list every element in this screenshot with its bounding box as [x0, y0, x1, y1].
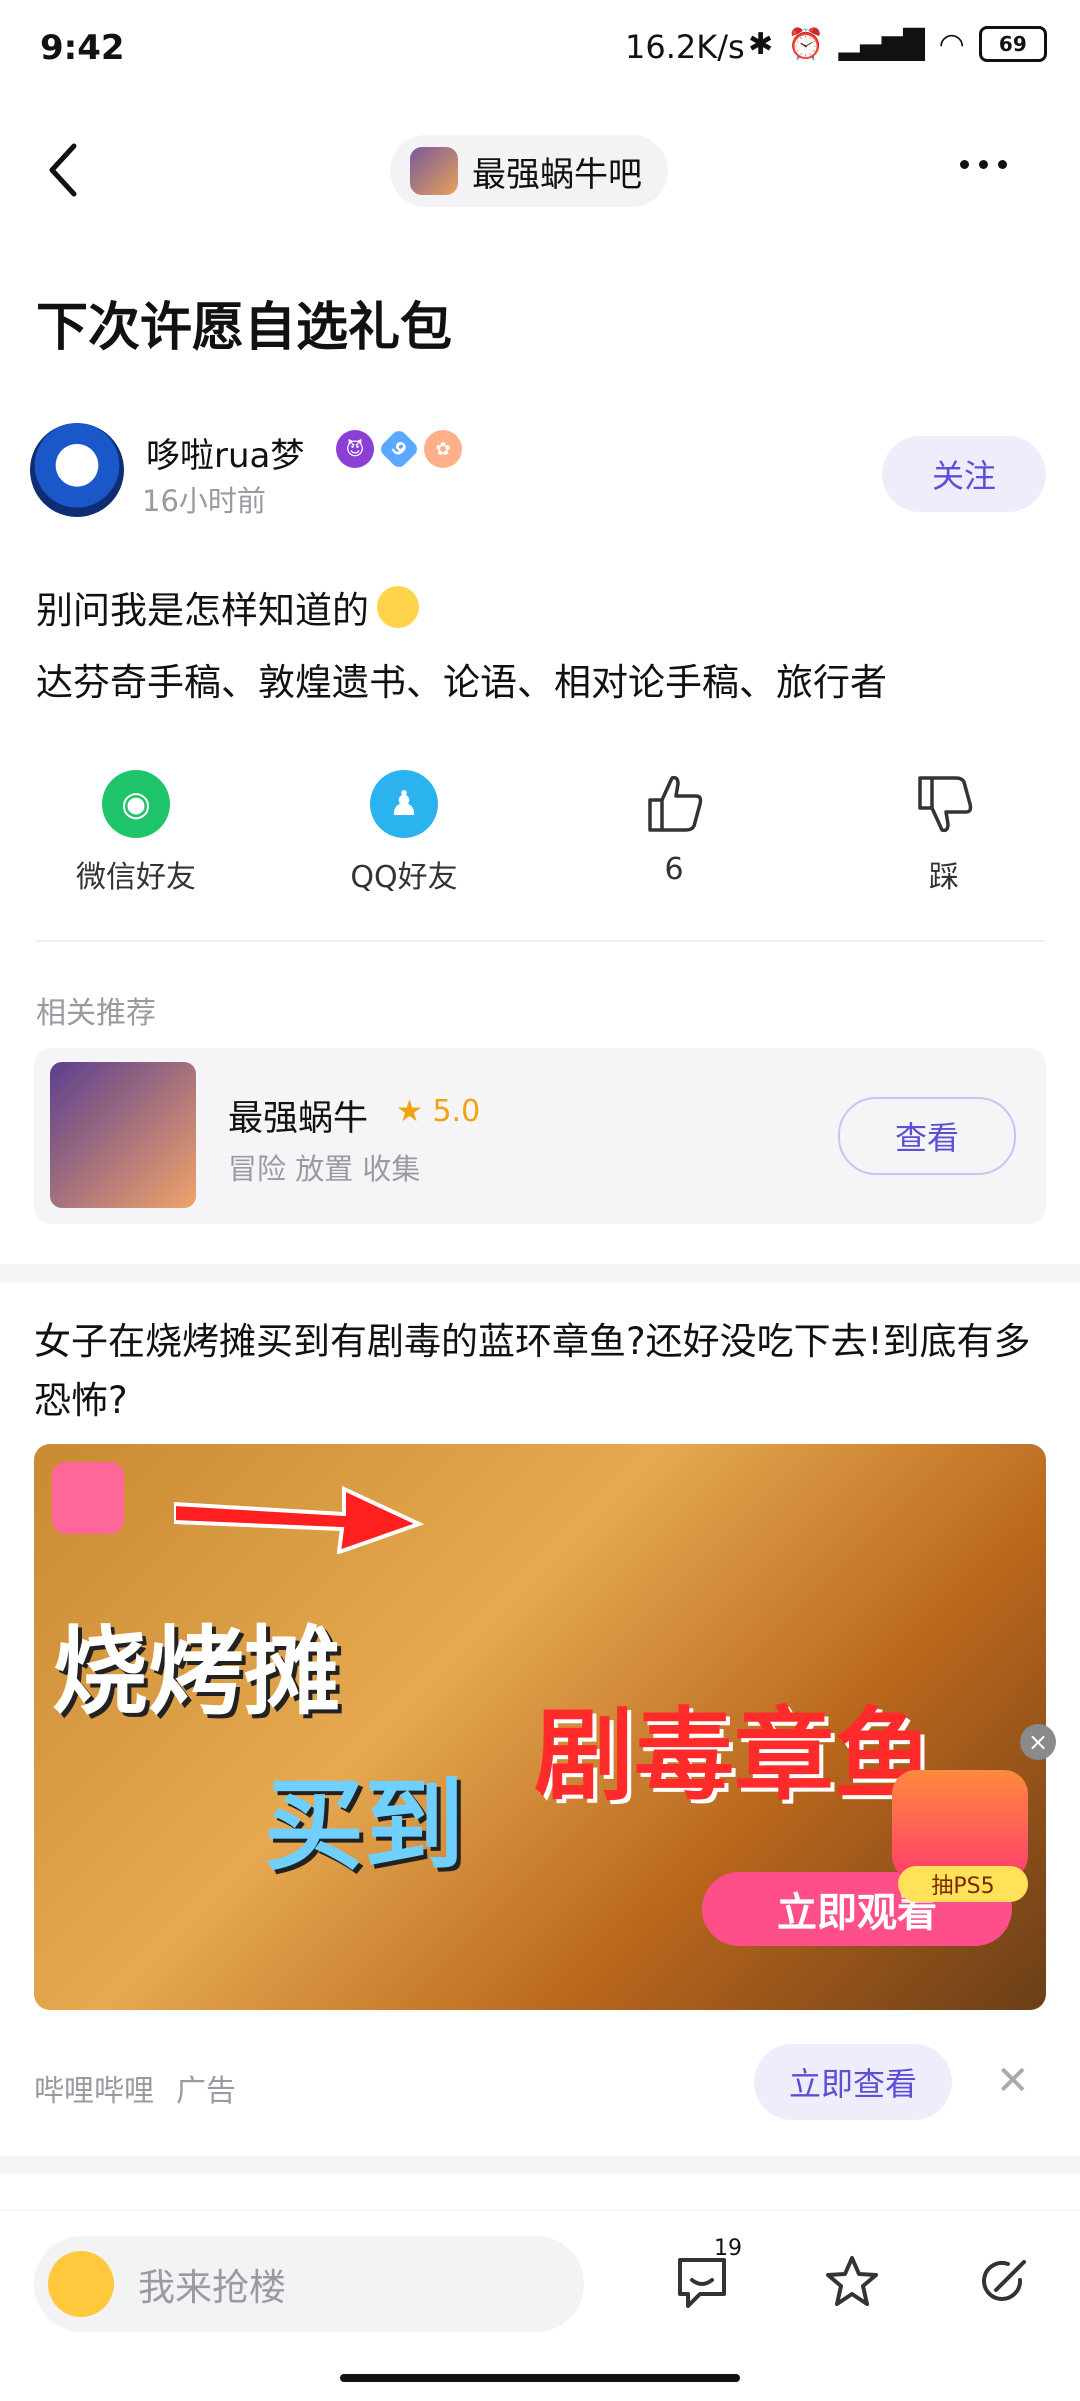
close-icon[interactable]: ×	[1020, 1724, 1056, 1760]
dislike-button[interactable]: 踩	[844, 770, 1044, 896]
ad-image-text-3: 剧毒章鱼	[534, 1697, 934, 1814]
follow-button[interactable]: 关注	[882, 436, 1046, 512]
reply-placeholder: 我来抢楼	[138, 2266, 286, 2309]
forum-name: 最强蜗牛吧	[472, 154, 642, 195]
ad-image[interactable]: 烧烤摊 买到 剧毒章鱼 立即观看	[34, 1444, 1046, 2010]
rating-value: 5.0	[432, 1094, 481, 1129]
game-name: 最强蜗牛	[228, 1099, 369, 1139]
ad-tag: 广告	[176, 2074, 236, 2109]
share-wechat-label: 微信好友	[76, 860, 196, 895]
emoji-icon[interactable]	[48, 2251, 114, 2317]
section-separator	[0, 1264, 1080, 1282]
status-bar: 9:42 16.2K/s ✱ ⏰ ▂▄▆█ ◠ 69	[0, 0, 1080, 96]
ad-source: 哔哩哔哩	[34, 2074, 154, 2109]
forum-avatar	[410, 147, 458, 195]
dislike-label: 踩	[929, 860, 959, 895]
comment-count: 19	[714, 2236, 742, 2261]
signal-icon: ▂▄▆█	[838, 27, 925, 61]
wifi-icon: ◠	[938, 26, 965, 62]
star-favorite-icon[interactable]	[822, 2252, 882, 2312]
ps5-promo-widget[interactable]: 抽PS5	[892, 1770, 1042, 1902]
share-row: ◉ 微信好友 ♟ QQ好友 6 踩	[0, 770, 1080, 910]
reply-input[interactable]: 我来抢楼	[34, 2236, 584, 2332]
section-separator-2	[0, 2156, 1080, 2174]
game-icon	[50, 1062, 196, 1208]
ad-view-button[interactable]: 立即查看	[754, 2044, 952, 2120]
qq-icon: ♟	[370, 770, 438, 838]
view-button[interactable]: 查看	[838, 1097, 1016, 1175]
post-body-line1: 别问我是怎样知道的	[36, 580, 419, 634]
author-badges: 😈 9 ✿	[336, 427, 462, 471]
like-count: 6	[664, 852, 684, 887]
author-name[interactable]: 哆啦rua梦	[146, 428, 304, 477]
game-rating: ★ 5.0	[396, 1094, 480, 1129]
ad-image-text-2: 买到	[264, 1767, 464, 1884]
post-title: 下次许愿自选礼包	[36, 298, 453, 358]
share-qq-label: QQ好友	[350, 860, 458, 895]
gift-icon	[892, 1770, 1028, 1880]
alarm-icon: ⏰	[787, 26, 825, 62]
home-indicator	[340, 2374, 740, 2382]
status-icons: ✱ ⏰ ▂▄▆█ ◠ 69	[748, 26, 1047, 62]
divider	[36, 940, 1046, 942]
network-speed: 16.2K/s	[625, 28, 745, 66]
wechat-icon: ◉	[102, 770, 170, 838]
status-time: 9:42	[40, 28, 125, 68]
back-icon[interactable]	[44, 140, 84, 200]
game-tags: 冒险 放置 收集	[228, 1152, 421, 1186]
ps5-label: 抽PS5	[898, 1866, 1028, 1902]
thumbs-down-icon	[918, 776, 973, 833]
share-wechat-button[interactable]: ◉ 微信好友	[36, 770, 236, 896]
forum-pill[interactable]: 最强蜗牛吧	[390, 135, 668, 207]
more-icon[interactable]	[960, 160, 1007, 169]
like-button[interactable]: 6	[574, 770, 774, 887]
post-text-2: 达芬奇手稿、敦煌遗书、论语、相对论手稿、旅行者	[36, 661, 887, 704]
red-arrow-icon	[174, 1485, 424, 1554]
recommend-section-label: 相关推荐	[36, 996, 156, 1031]
share-icon[interactable]	[974, 2252, 1034, 2312]
bluetooth-icon: ✱	[748, 26, 774, 62]
post-time: 16小时前	[142, 484, 266, 518]
ad-image-text-1: 烧烤摊	[52, 1616, 340, 1728]
share-qq-button[interactable]: ♟ QQ好友	[304, 770, 504, 896]
post-text-1: 别问我是怎样知道的	[36, 589, 369, 632]
avatar[interactable]	[30, 423, 124, 517]
ad-title[interactable]: 女子在烧烤摊买到有剧毒的蓝环章鱼?还好没吃下去!到底有多恐怖?	[34, 1312, 1044, 1430]
star-icon: ★	[396, 1094, 423, 1129]
smile-emoji-icon	[377, 586, 419, 628]
thumbs-up-icon	[648, 775, 703, 832]
lung-icon: ✿	[424, 430, 462, 468]
ad-dismiss-icon[interactable]: ✕	[996, 2058, 1030, 2104]
level-badge: 9	[377, 427, 421, 471]
battery-icon: 69	[978, 26, 1047, 62]
comment-icon[interactable]	[672, 2252, 732, 2312]
bilibili-logo-icon	[52, 1462, 124, 1534]
devil-emoji-icon: 😈	[336, 430, 374, 468]
